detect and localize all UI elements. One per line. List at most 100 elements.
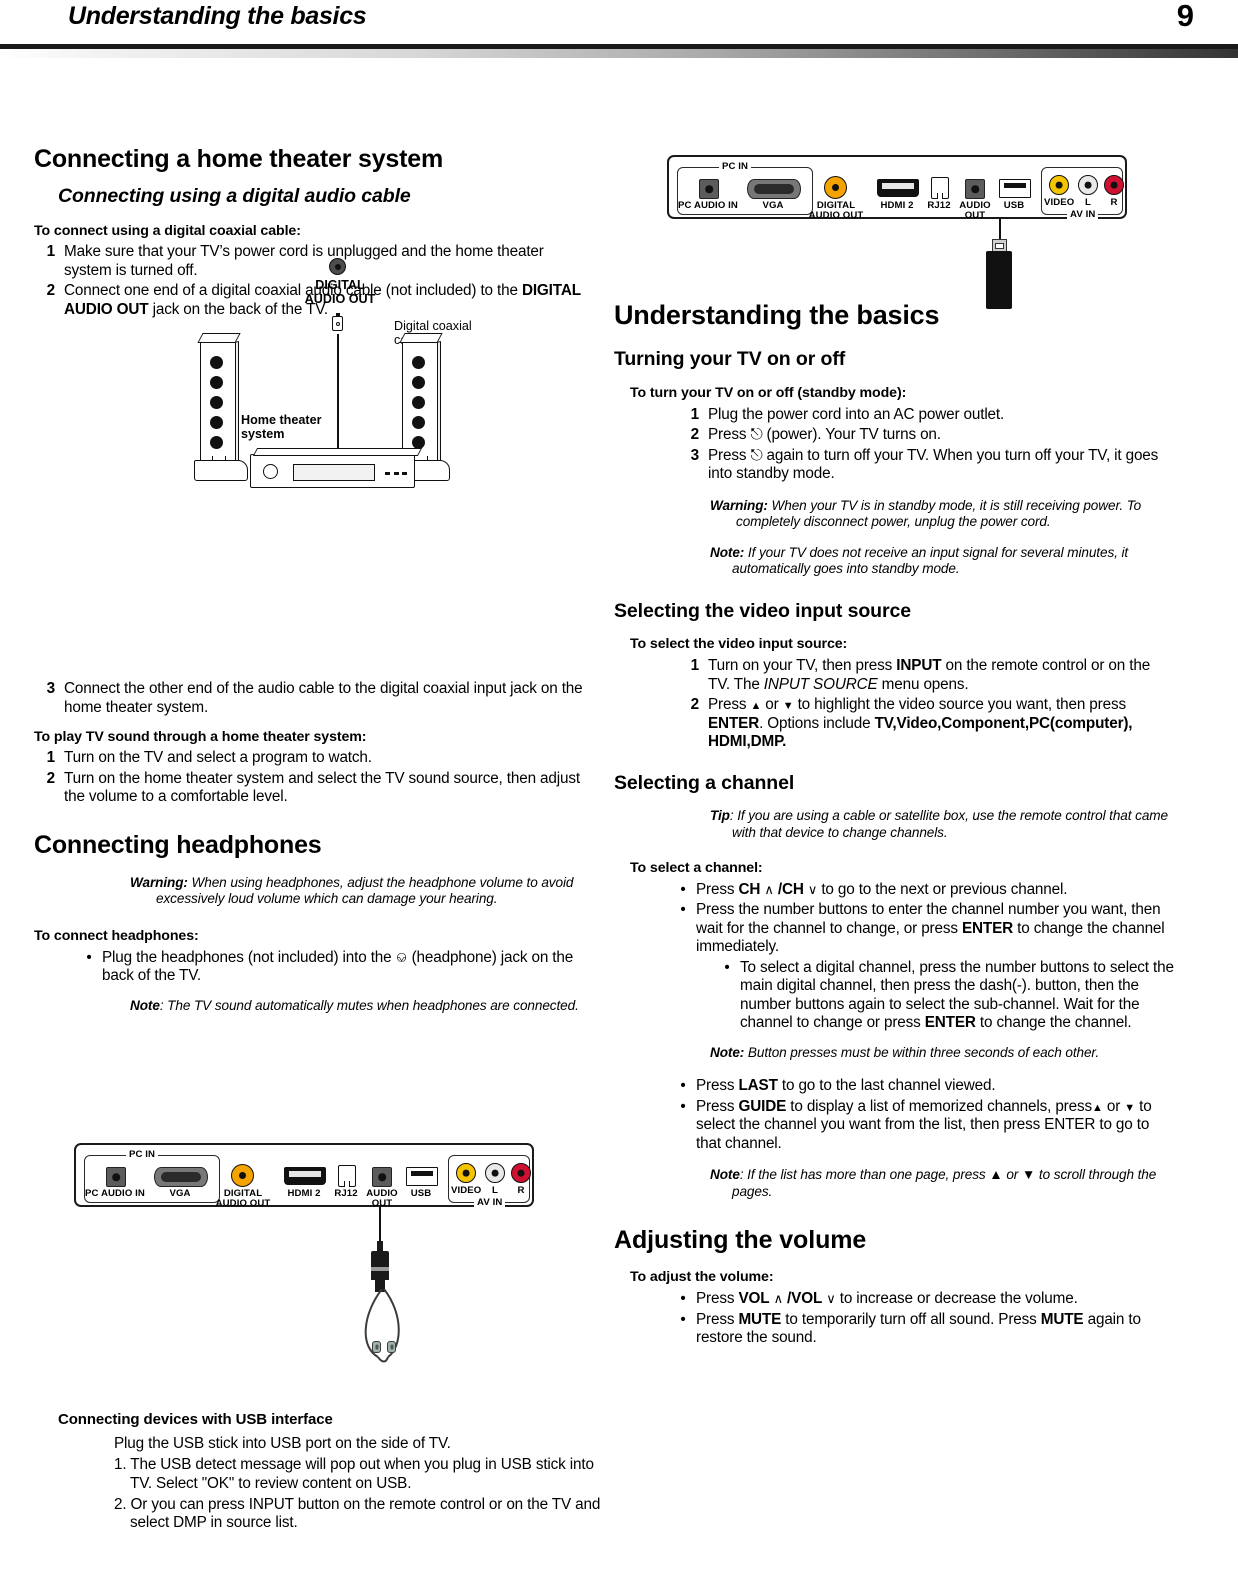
note-text: If your TV does not receive an input sig… (732, 544, 1129, 577)
warning-headphones: Warning: When using headphones, adjust t… (130, 875, 590, 908)
step-text-part: Turn on your TV, then press (708, 657, 897, 675)
bullets-channel2-list: • Press LAST to go to the last channel v… (630, 1077, 1174, 1153)
bullets-headphones-list: • Plug the headphones (not included) int… (34, 949, 590, 986)
step-number: 1 (46, 749, 56, 767)
vga-label: VGA (169, 1188, 191, 1199)
input-source-menu-name: INPUT SOURCE (763, 675, 878, 693)
bullet-text: Press the number buttons to enter the ch… (696, 901, 1174, 957)
step-text: Turn on the TV and select a program to w… (64, 749, 372, 767)
warning-text: When your TV is in standby mode, it is s… (736, 497, 1142, 530)
arrow-up-icon: ▲ (750, 700, 762, 713)
heading-connecting-headphones: Connecting headphones (34, 830, 322, 859)
tv-back-panel-diagram-left: PC IN PC AUDIO IN VGA DIGITAL AUDIO OUT … (74, 1143, 534, 1209)
digital-audio-out-jack-icon (824, 176, 847, 199)
usb-port-icon (406, 1167, 438, 1186)
warning-standby: Warning: When your TV is in standby mode… (710, 498, 1174, 531)
bullet-glyph: • (86, 948, 92, 966)
step-number: 1 (690, 657, 700, 675)
step-text-part: menu opens. (877, 675, 969, 693)
rj12-port-icon (931, 177, 949, 200)
list-item: • Press the number buttons to enter the … (678, 901, 1174, 957)
step-number: 2 (690, 426, 700, 444)
step-text: Press ▲ or ▼ to highlight the video sour… (708, 696, 1174, 752)
pc-audio-in-jack-icon (106, 1167, 126, 1187)
step-number: 2 (46, 282, 56, 300)
headphone-plug-icon (371, 1239, 389, 1292)
audio-left-jack-icon (485, 1163, 505, 1183)
arrow-up-icon: ▲ (1091, 1101, 1103, 1114)
pc-audio-in-label: PC AUDIO IN (85, 1188, 145, 1199)
enter-button-emphasis: ENTER (708, 714, 760, 732)
step-item: 2 Turn on the home theater system and se… (34, 770, 590, 807)
step-text-part: Press (708, 446, 751, 464)
bullet-glyph: • (680, 880, 686, 898)
earbud-right-icon (387, 1341, 396, 1353)
step-number: 1 (46, 243, 56, 261)
digital-audio-out-label: DIGITAL AUDIO OUT (215, 1188, 271, 1209)
audio-left-label: L (1085, 197, 1091, 208)
step-item: 2 Press ▲ or ▼ to highlight the video so… (678, 696, 1174, 752)
audio-out-label: AUDIO OUT (959, 200, 991, 221)
step-item: 1 Turn on your TV, then press INPUT on t… (678, 657, 1174, 694)
steps-video-input-list: 1 Turn on your TV, then press INPUT on t… (630, 657, 1174, 752)
digital-audio-out-label: DIGITAL AUDIO OUT (304, 278, 376, 307)
lead-select-channel: To select a channel: (630, 859, 763, 876)
step-number: 1 (690, 405, 700, 423)
hdmi2-port-icon (877, 179, 919, 197)
audio-right-jack-icon (511, 1163, 531, 1183)
digital-audio-out-label: DIGITAL AUDIO OUT (808, 200, 864, 221)
last-button-emphasis: LAST (738, 1077, 778, 1095)
note-label: Note (130, 997, 160, 1013)
video-jack-icon (1049, 175, 1069, 195)
step-text: Turn on the home theater system and sele… (64, 769, 580, 806)
input-button-emphasis: INPUT (896, 657, 942, 675)
step-number: 3 (690, 446, 700, 464)
step-text-part: . Options include (759, 714, 875, 732)
pc-audio-in-jack-icon (699, 179, 719, 199)
hdmi2-label: HDMI 2 (287, 1188, 321, 1199)
note-headphones: Note: The TV sound automatically mutes w… (130, 998, 590, 1015)
enter-button-emphasis: ENTER (961, 919, 1014, 937)
note-label: Note (710, 1167, 740, 1183)
ch-down-button-emphasis: /CH (777, 880, 804, 898)
lead-connect-headphones: To connect headphones: (34, 927, 199, 944)
bullet-text-part: Press (696, 1310, 739, 1328)
steps-turn-on-list: 1 Plug the power cord into an AC power o… (630, 406, 1174, 484)
bullet-text: Press VOL ∧ /VOL ∨ to increase or decrea… (696, 1290, 1174, 1309)
headphone-icon: ⎉ (395, 948, 408, 966)
usb-step-1: 1. The USB detect message will pop out w… (114, 1456, 594, 1492)
pc-audio-in-label: PC AUDIO IN (678, 200, 738, 211)
bullet-text-part: Press (696, 1097, 739, 1115)
vga-label: VGA (762, 200, 784, 211)
page-header: Understanding the basics 9 (0, 0, 1238, 58)
earbud-left-icon (372, 1341, 381, 1353)
av-in-label: AV IN (474, 1197, 506, 1208)
heading-understanding-the-basics: Understanding the basics (614, 300, 940, 330)
step-item: 1 Turn on the TV and select a program to… (34, 749, 590, 768)
warning-label: Warning: (710, 497, 768, 513)
step-text-part: to highlight the video source you want, … (793, 696, 1127, 714)
bullet-text-part: Press (696, 1077, 739, 1095)
note-label: Note: (710, 1044, 745, 1060)
heading-selecting-channel: Selecting a channel (614, 771, 795, 794)
ch-button-emphasis: CH (738, 880, 761, 898)
bullet-text: Press MUTE to temporarily turn off all s… (696, 1311, 1174, 1348)
vol-down-button-emphasis: /VOL (787, 1290, 823, 1308)
note-text: : The TV sound automatically mutes when … (159, 997, 579, 1013)
bullets-channel-list: • Press CH ∧ /CH ∨ to go to the next or … (630, 881, 1174, 1033)
step-number: 2 (690, 696, 700, 714)
audio-out-jack-icon (965, 179, 985, 199)
list-item: • Plug the headphones (not included) int… (84, 949, 590, 986)
note-button-presses: Note: Button presses must be within thre… (710, 1045, 1174, 1062)
video-jack-icon (456, 1163, 476, 1183)
usb-port-icon (999, 179, 1031, 198)
warning-text: When using headphones, adjust the headph… (156, 874, 574, 907)
step-item: 2 Press ⎋ (power). Your TV turns on. (678, 426, 1174, 445)
receiver-icon (250, 448, 423, 488)
video-label: VIDEO (451, 1185, 482, 1196)
step-text-part: or (761, 696, 783, 714)
chevron-down-icon: ∨ (807, 881, 818, 897)
warning-label: Warning: (130, 874, 188, 890)
lead-select-video-input: To select the video input source: (630, 636, 848, 653)
audio-out-jack-icon (372, 1167, 392, 1187)
